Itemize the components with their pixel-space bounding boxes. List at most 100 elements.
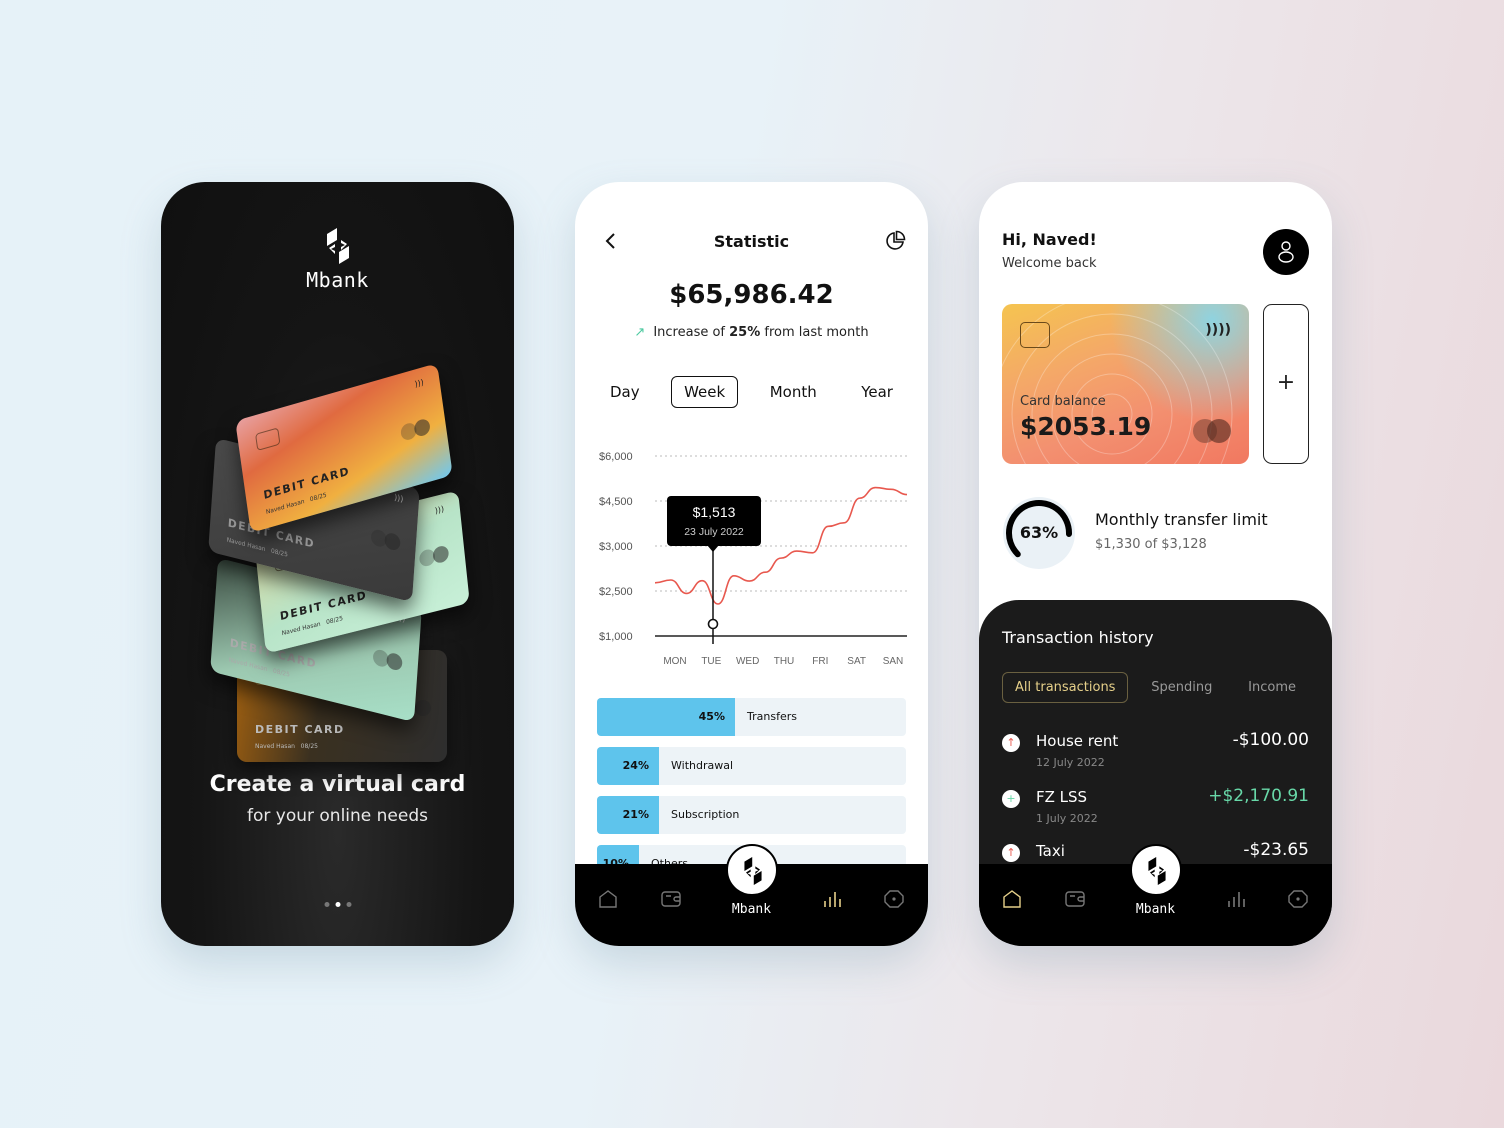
limit-title: Monthly transfer limit bbox=[1095, 510, 1268, 529]
greeting: Hi, Naved! bbox=[1002, 230, 1097, 249]
total-balance: $65,986.42 bbox=[669, 280, 834, 310]
x-tick-label: FRI bbox=[812, 656, 828, 667]
transaction-row[interactable]: ↑ House rent 12 July 2022 -$100.00 bbox=[1002, 730, 1309, 770]
onboarding-headline: Create a virtual card bbox=[209, 772, 466, 797]
transfer-limit-gauge: 63% bbox=[1002, 496, 1076, 570]
page-dot[interactable] bbox=[346, 902, 351, 907]
welcome-text: Welcome back bbox=[1002, 256, 1097, 271]
tab-week[interactable]: Week bbox=[671, 376, 739, 408]
mbank-logo-icon bbox=[743, 857, 762, 885]
card-holder: Naved Hasan 08/25 bbox=[255, 743, 318, 750]
x-tick-label: THU bbox=[774, 656, 795, 667]
add-card-button[interactable]: + bbox=[1263, 304, 1309, 464]
y-tick-label: $1,000 bbox=[599, 631, 633, 643]
profile-button[interactable] bbox=[1263, 229, 1309, 275]
card-network-icon bbox=[373, 648, 403, 671]
balance-card[interactable]: )))) Card balance $2053.19 bbox=[1002, 304, 1249, 464]
contactless-icon: ))) bbox=[393, 492, 404, 505]
history-tabs: All transactions Spending Income bbox=[1002, 672, 1309, 703]
transaction-row[interactable]: + FZ LSS 1 July 2022 +$2,170.91 bbox=[1002, 786, 1309, 826]
contactless-icon: ))) bbox=[434, 504, 445, 516]
header: Statistic bbox=[575, 230, 928, 254]
increase-note: ↗ Increase of 25% from last month bbox=[634, 325, 869, 340]
chip-icon bbox=[1020, 322, 1050, 348]
transaction-name: House rent bbox=[1036, 732, 1119, 750]
x-tick-label: SAT bbox=[847, 656, 866, 667]
card-network-icon bbox=[419, 544, 450, 567]
tooltip-value: $1,513 bbox=[693, 504, 736, 520]
card-title: DEBIT CARD bbox=[279, 588, 368, 624]
incoming-plus-icon: + bbox=[1002, 790, 1020, 808]
onboarding-screen: Mbank ))) DEBIT CARD Naved Hasan 08/25 )… bbox=[161, 182, 514, 946]
card-network-icon bbox=[371, 528, 401, 551]
page-indicator[interactable] bbox=[324, 902, 351, 907]
mbank-logo-icon bbox=[326, 228, 349, 264]
home-screen: Hi, Naved! Welcome back )))) Card balanc… bbox=[979, 182, 1332, 946]
statistic-screen: Statistic $65,986.42 ↗ Increase of 25% fr… bbox=[575, 182, 928, 946]
bar-label: Transfers bbox=[747, 710, 797, 723]
onboarding-subline: for your online needs bbox=[246, 806, 428, 826]
limit-percent: 63% bbox=[1019, 523, 1059, 542]
tab-year[interactable]: Year bbox=[848, 376, 906, 408]
transaction-date: 12 July 2022 bbox=[1036, 756, 1105, 769]
page-dot[interactable] bbox=[324, 902, 329, 907]
tooltip-pointer bbox=[707, 545, 719, 552]
x-tick-label: MON bbox=[663, 656, 686, 667]
y-tick-label: $6,000 bbox=[599, 451, 633, 463]
breakdown-bar[interactable]: 21% Subscription bbox=[597, 796, 906, 834]
breakdown-bar[interactable]: 24% Withdrawal bbox=[597, 747, 906, 785]
bottom-nav: Mbank bbox=[575, 844, 928, 946]
card-stack: ))) DEBIT CARD Naved Hasan 08/25 ))) DEB… bbox=[161, 362, 514, 762]
tab-all-transactions[interactable]: All transactions bbox=[1002, 672, 1129, 703]
bar-percent: 21% bbox=[622, 808, 649, 821]
trend-up-icon: ↗ bbox=[634, 325, 646, 340]
contactless-icon: )))) bbox=[1205, 322, 1231, 338]
contactless-icon: ))) bbox=[414, 377, 425, 390]
y-tick-label: $4,500 bbox=[599, 496, 633, 508]
pie-chart-icon[interactable] bbox=[884, 230, 906, 252]
transaction-date: 1 July 2022 bbox=[1036, 812, 1098, 825]
outgoing-arrow-icon: ↑ bbox=[1002, 844, 1020, 862]
mbank-home-button[interactable] bbox=[1129, 844, 1182, 896]
bar-percent: 24% bbox=[622, 759, 649, 772]
transaction-name: FZ LSS bbox=[1036, 788, 1088, 806]
card-network-icon bbox=[400, 417, 431, 441]
settings-icon[interactable] bbox=[1287, 888, 1309, 910]
transaction-amount: +$2,170.91 bbox=[1208, 786, 1309, 806]
y-tick-label: $3,000 bbox=[599, 541, 633, 553]
bar-percent: 45% bbox=[698, 710, 725, 723]
breakdown-bar[interactable]: 45% Transfers bbox=[597, 698, 906, 736]
transaction-name: Taxi bbox=[1036, 842, 1065, 860]
card-network-icon bbox=[1193, 419, 1231, 443]
tab-day[interactable]: Day bbox=[597, 376, 653, 408]
x-tick-label: SAN bbox=[883, 656, 904, 667]
bar-label: Withdrawal bbox=[671, 759, 734, 772]
page-dot-active[interactable] bbox=[335, 902, 340, 907]
tooltip-date: 23 July 2022 bbox=[684, 526, 744, 538]
outgoing-arrow-icon: ↑ bbox=[1002, 734, 1020, 752]
brand-name: Mbank bbox=[306, 268, 369, 292]
transaction-amount: -$23.65 bbox=[1243, 840, 1309, 860]
tab-spending[interactable]: Spending bbox=[1138, 672, 1225, 703]
bottom-nav: Mbank bbox=[979, 844, 1332, 946]
tab-month[interactable]: Month bbox=[757, 376, 830, 408]
chip-icon bbox=[255, 427, 281, 451]
stats-icon[interactable] bbox=[1225, 888, 1247, 910]
x-tick-label: WED bbox=[736, 656, 759, 667]
history-title: Transaction history bbox=[1002, 628, 1154, 647]
x-tick-label: TUE bbox=[701, 656, 721, 667]
y-tick-label: $2,500 bbox=[599, 586, 633, 598]
balance-line-chart: $6,000 $4,500 $3,000 $2,500 $1,000 MON TUE WED T… bbox=[599, 451, 908, 667]
stats-icon[interactable] bbox=[821, 888, 843, 910]
tooltip-point bbox=[707, 618, 719, 630]
card-balance-label: Card balance bbox=[1020, 394, 1106, 409]
bar-label: Subscription bbox=[671, 808, 740, 821]
user-icon bbox=[1278, 241, 1294, 263]
card-title: DEBIT CARD bbox=[255, 723, 345, 736]
tab-income[interactable]: Income bbox=[1235, 672, 1309, 703]
mbank-home-button[interactable] bbox=[725, 844, 778, 896]
nav-center-label: Mbank bbox=[731, 902, 772, 917]
settings-icon[interactable] bbox=[883, 888, 905, 910]
transaction-amount: -$100.00 bbox=[1232, 730, 1309, 750]
card-balance-value: $2053.19 bbox=[1020, 412, 1152, 441]
